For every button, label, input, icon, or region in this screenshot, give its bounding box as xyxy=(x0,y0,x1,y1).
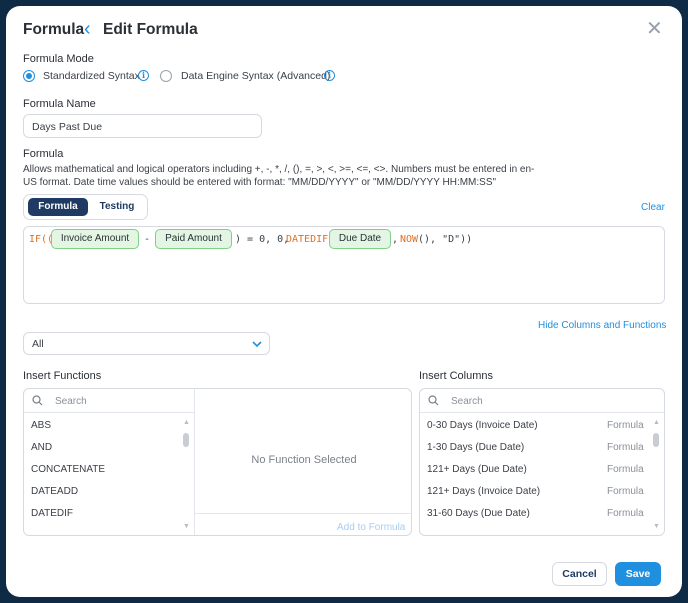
tab-testing[interactable]: Testing xyxy=(88,198,146,216)
insert-functions-label: Insert Functions xyxy=(23,370,102,382)
chevron-left-icon[interactable]: ‹ xyxy=(84,18,91,40)
column-item-name[interactable]: 121+ Days (Due Date) xyxy=(427,464,527,475)
scroll-down-icon[interactable]: ▼ xyxy=(653,523,660,530)
scroll-up-icon[interactable]: ▲ xyxy=(183,419,190,426)
scroll-thumb[interactable] xyxy=(183,433,189,447)
columns-panel: Search 0-30 Days (Invoice Date) Formula … xyxy=(419,388,665,536)
search-icon xyxy=(428,395,439,406)
insert-columns-label: Insert Columns xyxy=(419,370,493,382)
formula-tail-token: (), "D")) xyxy=(418,234,473,245)
function-item-abs[interactable]: ABS xyxy=(31,420,51,431)
functions-search-placeholder: Search xyxy=(55,396,87,407)
standardized-syntax-radio[interactable] xyxy=(23,70,35,82)
function-item-and[interactable]: AND xyxy=(31,442,52,453)
equals-zero-token: ) = 0, 0, xyxy=(235,234,290,245)
column-item-type: Formula xyxy=(607,486,644,497)
now-function-token: NOW xyxy=(400,234,419,245)
close-icon[interactable]: ✕ xyxy=(646,19,663,39)
formula-name-input[interactable]: Days Past Due xyxy=(23,114,262,138)
formula-help-line-1: Allows mathematical and logical operator… xyxy=(23,164,535,175)
formula-name-label: Formula Name xyxy=(23,98,96,110)
column-item-name[interactable]: 31-60 Days (Due Date) xyxy=(427,508,530,519)
formula-help-line-2: US format. Date time values should be en… xyxy=(23,177,497,188)
standardized-syntax-label[interactable]: Standardized Syntax xyxy=(43,70,140,82)
functions-search[interactable]: Search xyxy=(24,389,194,413)
paid-amount-chip[interactable]: Paid Amount xyxy=(155,229,232,249)
formula-mode-label: Formula Mode xyxy=(23,53,94,65)
function-item-concatenate[interactable]: CONCATENATE xyxy=(31,464,105,475)
edit-formula-dialog: Formula ‹ Edit Formula ✕ Formula Mode St… xyxy=(6,6,682,597)
column-item-name[interactable]: 0-30 Days (Invoice Date) xyxy=(427,420,538,431)
info-icon[interactable]: i xyxy=(138,70,149,81)
no-function-selected-text: No Function Selected xyxy=(251,454,357,466)
cancel-button[interactable]: Cancel xyxy=(552,562,607,586)
clear-link[interactable]: Clear xyxy=(641,202,665,213)
column-item-type: Formula xyxy=(607,420,644,431)
column-item-type: Formula xyxy=(607,508,644,519)
functions-panel: Search ABS AND CONCATENATE DATEADD DATED… xyxy=(23,388,412,536)
column-item-type: Formula xyxy=(607,464,644,475)
add-divider xyxy=(195,513,412,514)
dialog-title: Formula xyxy=(23,21,85,38)
column-item-type: Formula xyxy=(607,442,644,453)
search-icon xyxy=(32,395,43,406)
function-item-dateadd[interactable]: DATEADD xyxy=(31,486,78,497)
minus-operator: - xyxy=(144,234,151,245)
column-item-name[interactable]: 121+ Days (Invoice Date) xyxy=(427,486,540,497)
formula-editor[interactable]: IF(( Invoice Amount - Paid Amount ) = 0,… xyxy=(23,226,665,304)
function-item-datedif[interactable]: DATEDIF xyxy=(31,508,73,519)
columns-search[interactable]: Search xyxy=(420,389,664,413)
save-button[interactable]: Save xyxy=(615,562,661,586)
info-icon[interactable]: i xyxy=(324,70,335,81)
scroll-down-icon[interactable]: ▼ xyxy=(183,523,190,530)
due-date-chip[interactable]: Due Date xyxy=(329,229,391,249)
formula-testing-tabs: Formula Testing xyxy=(23,194,148,220)
functions-scrollbar[interactable]: ▲ ▼ xyxy=(183,419,190,531)
formula-name-value: Days Past Due xyxy=(32,121,103,133)
category-select-value: All xyxy=(32,338,44,350)
if-function-token: IF(( xyxy=(29,234,54,245)
tab-formula[interactable]: Formula xyxy=(28,198,88,216)
data-engine-syntax-label[interactable]: Data Engine Syntax (Advanced) xyxy=(181,70,330,82)
category-select[interactable]: All xyxy=(23,332,270,355)
dialog-subtitle: Edit Formula xyxy=(103,21,198,38)
column-item-name[interactable]: 1-30 Days (Due Date) xyxy=(427,442,524,453)
hide-columns-functions-link[interactable]: Hide Columns and Functions xyxy=(538,320,666,331)
columns-scrollbar[interactable]: ▲ ▼ xyxy=(653,419,660,531)
formula-label: Formula xyxy=(23,148,64,160)
chevron-down-icon xyxy=(252,341,262,348)
add-to-formula-button[interactable]: Add to Formula xyxy=(337,522,405,533)
scroll-thumb[interactable] xyxy=(653,433,659,447)
scroll-up-icon[interactable]: ▲ xyxy=(653,419,660,426)
datedif-function-token: DATEDIF( xyxy=(286,234,335,245)
columns-search-placeholder: Search xyxy=(451,396,483,407)
invoice-amount-chip[interactable]: Invoice Amount xyxy=(51,229,139,249)
data-engine-syntax-radio[interactable] xyxy=(160,70,172,82)
comma-token: , xyxy=(392,234,399,245)
